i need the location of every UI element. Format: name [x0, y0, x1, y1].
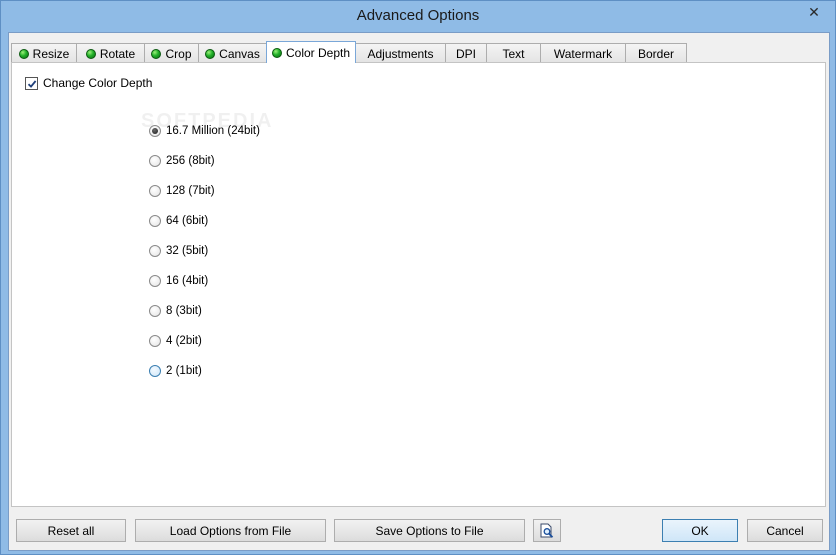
ok-button[interactable]: OK	[662, 519, 738, 542]
radio-button[interactable]	[149, 245, 161, 257]
status-dot-icon	[151, 48, 162, 59]
color-depth-option[interactable]: 64 (6bit)	[149, 206, 260, 236]
radio-label: 4 (2bit)	[166, 335, 202, 347]
tab-crop[interactable]: Crop	[144, 43, 199, 63]
tab-label: Watermark	[553, 46, 613, 61]
radio-button[interactable]	[149, 185, 161, 197]
change-color-depth-option[interactable]: Change Color Depth	[25, 76, 152, 90]
radio-label: 128 (7bit)	[166, 185, 215, 197]
color-depth-option[interactable]: 8 (3bit)	[149, 296, 260, 326]
tab-label: Canvas	[219, 46, 260, 61]
cancel-button[interactable]: Cancel	[747, 519, 823, 542]
tab-label: Crop	[165, 46, 192, 61]
status-dot-icon	[85, 48, 96, 59]
radio-button[interactable]	[149, 365, 161, 377]
color-depth-option[interactable]: 128 (7bit)	[149, 176, 260, 206]
tab-label: Adjustments	[367, 46, 434, 61]
radio-button[interactable]	[149, 305, 161, 317]
tab-color-depth[interactable]: Color Depth	[266, 41, 356, 63]
color-depth-option[interactable]: 32 (5bit)	[149, 236, 260, 266]
status-dot-icon	[205, 48, 216, 59]
radio-label: 256 (8bit)	[166, 155, 215, 167]
save-options-button[interactable]: Save Options to File	[334, 519, 525, 542]
color-depth-option[interactable]: 4 (2bit)	[149, 326, 260, 356]
preview-button[interactable]	[533, 519, 561, 542]
tab-strip: Resize Rotate Crop Canvas Color Depth Adjustm…	[11, 41, 687, 63]
radio-button[interactable]	[149, 125, 161, 137]
load-options-button[interactable]: Load Options from File	[135, 519, 326, 542]
dialog-client-area: Resize Rotate Crop Canvas Color Depth Adjustm…	[8, 32, 830, 551]
radio-label: 16.7 Million (24bit)	[166, 125, 260, 137]
checkmark-icon	[27, 79, 37, 88]
title-bar[interactable]: Advanced Options ✕	[1, 1, 835, 32]
radio-button[interactable]	[149, 155, 161, 167]
tab-label: Text	[502, 46, 525, 61]
color-depth-panel: Change Color Depth SOFTPEDIA 16.7 Millio…	[11, 62, 826, 507]
status-dot-icon	[271, 47, 282, 58]
advanced-options-window: Advanced Options ✕ Resize Rotate Crop Canva…	[0, 0, 836, 555]
close-icon[interactable]: ✕	[801, 3, 827, 21]
tab-border[interactable]: Border	[625, 43, 687, 63]
color-depth-option[interactable]: 256 (8bit)	[149, 146, 260, 176]
tab-dpi[interactable]: DPI	[445, 43, 487, 63]
color-depth-option[interactable]: 16.7 Million (24bit)	[149, 116, 260, 146]
tab-watermark[interactable]: Watermark	[540, 43, 626, 63]
tab-label: Border	[637, 46, 675, 61]
color-depth-option[interactable]: 16 (4bit)	[149, 266, 260, 296]
reset-all-button[interactable]: Reset all	[16, 519, 126, 542]
tab-label: Resize	[32, 46, 70, 61]
radio-label: 2 (1bit)	[166, 365, 202, 377]
tab-label: Rotate	[99, 46, 136, 61]
preview-magnifier-icon	[540, 523, 554, 538]
tab-label: Color Depth	[285, 45, 351, 60]
radio-button[interactable]	[149, 335, 161, 347]
radio-button[interactable]	[149, 215, 161, 227]
tab-canvas[interactable]: Canvas	[198, 43, 267, 63]
change-color-depth-label: Change Color Depth	[43, 76, 153, 90]
radio-label: 8 (3bit)	[166, 305, 202, 317]
tab-label: DPI	[455, 46, 476, 61]
radio-label: 16 (4bit)	[166, 275, 209, 287]
window-title: Advanced Options	[356, 7, 480, 24]
color-depth-option[interactable]: 2 (1bit)	[149, 356, 260, 386]
color-depth-options: SOFTPEDIA 16.7 Million (24bit) 256 (8bit)…	[141, 110, 271, 386]
tab-rotate[interactable]: Rotate	[76, 43, 145, 63]
radio-label: 32 (5bit)	[166, 245, 209, 257]
tab-text[interactable]: Text	[486, 43, 541, 63]
change-color-depth-checkbox[interactable]	[25, 76, 38, 90]
tab-adjustments[interactable]: Adjustments	[355, 43, 446, 63]
radio-button[interactable]	[149, 275, 161, 287]
radio-label: 64 (6bit)	[166, 215, 209, 227]
tab-resize[interactable]: Resize	[11, 43, 77, 63]
status-dot-icon	[18, 48, 29, 59]
